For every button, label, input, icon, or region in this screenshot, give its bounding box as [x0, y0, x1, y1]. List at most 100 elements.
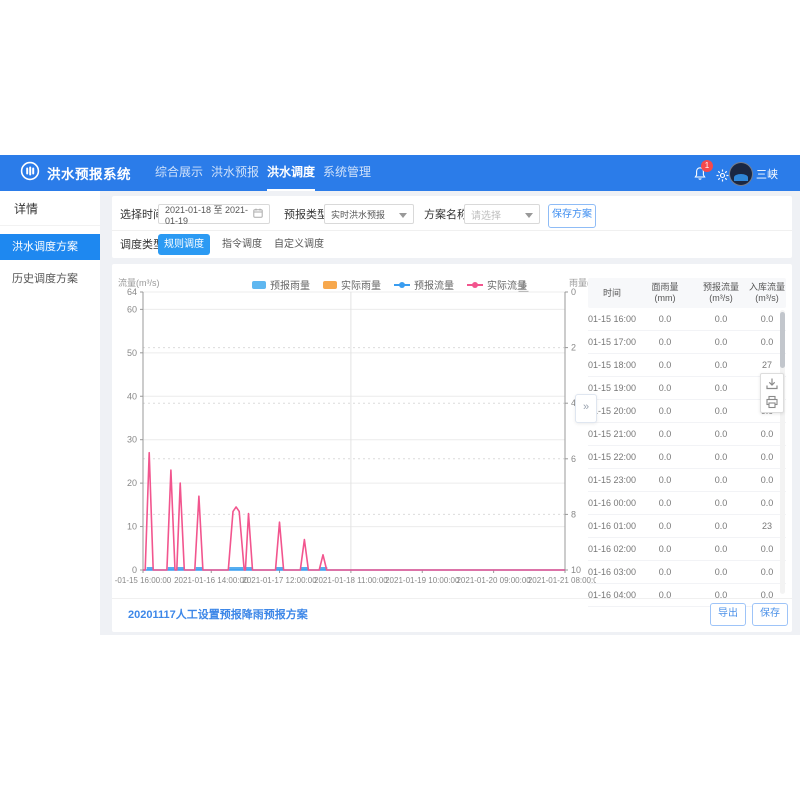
sidebar-header: 详情	[0, 191, 100, 226]
table-cell: 01-16 00:00	[588, 498, 636, 508]
sidebar-item-dispatch-scheme[interactable]: 洪水调度方案	[0, 234, 100, 260]
date-range-value: 2021-01-18 至 2021-01-19	[165, 203, 253, 226]
table-row[interactable]: 01-15 17:000.00.00.0	[588, 331, 786, 354]
axis-tick-label: 0	[132, 565, 137, 575]
table-row[interactable]: 01-15 16:000.00.00.0	[588, 308, 786, 331]
table-cell: 0.0	[694, 360, 748, 370]
table-cell: 0.0	[636, 567, 694, 577]
axis-tick-label: 10	[127, 522, 137, 532]
axis-tick-label: 2	[571, 343, 576, 353]
table-row[interactable]: 01-15 19:000.00.00.0	[588, 377, 786, 400]
export-button[interactable]: 导出	[710, 603, 746, 626]
table-cell: 0.0	[636, 429, 694, 439]
table-row[interactable]: 01-15 18:000.00.027	[588, 354, 786, 377]
nav-item-flood-forecast[interactable]: 洪水预报	[211, 155, 259, 191]
table-cell: 01-15 23:00	[588, 475, 636, 485]
table-cell: 0.0	[636, 498, 694, 508]
left-axis-title: 流量(m³/s)	[118, 277, 160, 288]
table-row[interactable]: 01-15 20:000.00.00.0	[588, 400, 786, 423]
table-cell: 0.0	[694, 544, 748, 554]
axis-tick-label: 64	[127, 287, 137, 297]
table-header-cell: 入库流量(m³/s)	[748, 282, 786, 304]
top-navbar: 洪水预报系统 综合展示 洪水预报 洪水调度 系统管理 1	[0, 155, 800, 191]
x-axis-tick-label: 2021-01-20 09:00:00	[456, 576, 531, 585]
divider	[112, 598, 792, 599]
scheme-name-placeholder: 请选择	[471, 207, 501, 222]
table-cell: 0.0	[636, 452, 694, 462]
floating-toolbar	[760, 373, 784, 413]
table-row[interactable]: 01-16 02:000.00.00.0	[588, 538, 786, 561]
chevron-down-icon	[399, 213, 407, 222]
print-icon[interactable]	[765, 395, 779, 409]
user-name[interactable]: 三峡	[756, 166, 778, 182]
x-axis-tick-label: 2021-01-18 11:00:00	[314, 576, 388, 585]
table-cell: 01-15 21:00	[588, 429, 636, 439]
x-axis-tick-label: 2021-01-21 08:00:00	[528, 576, 596, 585]
x-axis-tick-label: 2021-01-17 12:00:00	[242, 576, 317, 585]
save-button[interactable]: 保存	[752, 603, 788, 626]
table-cell: 0.0	[694, 498, 748, 508]
table-row[interactable]: 01-15 22:000.00.00.0	[588, 446, 786, 469]
axis-tick-label: 0	[571, 287, 576, 297]
axis-tick-label: 6	[571, 454, 576, 464]
table-cell: 0.0	[694, 383, 748, 393]
divider	[112, 230, 792, 231]
filters-card: 选择时间: 2021-01-18 至 2021-01-19 预报类型: 实时洪水…	[112, 196, 792, 258]
table-cell: 01-16 03:00	[588, 567, 636, 577]
table-row[interactable]: 01-16 03:000.00.00.0	[588, 561, 786, 584]
axis-tick-label: 30	[127, 435, 137, 445]
x-axis-tick-label: -01-15 16:00:00	[115, 576, 172, 585]
table-cell: 0.0	[694, 314, 748, 324]
table-cell: 0.0	[636, 314, 694, 324]
nav-item-system-admin[interactable]: 系统管理	[323, 155, 371, 191]
main-nav: 综合展示 洪水预报 洪水调度 系统管理	[155, 155, 371, 191]
sidebar-item-history-scheme[interactable]: 历史调度方案	[0, 266, 100, 292]
main-content: 选择时间: 2021-01-18 至 2021-01-19 预报类型: 实时洪水…	[100, 191, 800, 635]
notification-badge: 1	[701, 160, 713, 172]
table-cell: 0.0	[636, 383, 694, 393]
calendar-icon[interactable]	[253, 208, 263, 220]
table-cell: 01-16 01:00	[588, 521, 636, 531]
table-scrollbar-thumb[interactable]	[780, 312, 785, 368]
gear-icon[interactable]	[716, 169, 729, 182]
table-cell: 0.0	[636, 337, 694, 347]
axis-tick-label: 20	[127, 478, 137, 488]
nav-item-flood-dispatch[interactable]: 洪水调度	[267, 155, 315, 191]
sidebar: 详情 洪水调度方案 历史调度方案	[0, 191, 101, 635]
x-axis-tick-label: 2021-01-19 10:00:00	[385, 576, 460, 585]
current-scheme-name: 20201117人工设置预报降雨预报方案	[128, 606, 308, 622]
save-scheme-button[interactable]: 保存方案	[548, 204, 596, 228]
avatar[interactable]	[729, 162, 753, 186]
chart-card: 预报雨量实际雨量预报流量实际流量 0102030405060640246810-…	[112, 264, 792, 632]
axis-tick-label: 40	[127, 391, 137, 401]
scheme-name-select[interactable]: 请选择	[464, 204, 540, 224]
table-expand-button[interactable]: »	[575, 394, 597, 423]
download-icon[interactable]	[765, 377, 779, 391]
table-cell: 0.0	[636, 360, 694, 370]
data-table: 时间面雨量(mm)预报流量(m³/s)入库流量(m³/s)01-15 16:00…	[588, 278, 786, 607]
table-cell: 0.0	[636, 521, 694, 531]
table-cell: 0.0	[694, 475, 748, 485]
table-row[interactable]: 01-16 00:000.00.00.0	[588, 492, 786, 515]
tab-custom-dispatch[interactable]: 自定义调度	[272, 234, 326, 255]
axis-tick-label: 60	[127, 304, 137, 314]
table-cell: 0.0	[636, 475, 694, 485]
axis-tick-label: 10	[571, 565, 581, 575]
date-range-input[interactable]: 2021-01-18 至 2021-01-19	[158, 204, 270, 224]
brand: 洪水预报系统	[20, 155, 131, 191]
table-cell: 0.0	[694, 337, 748, 347]
table-cell: 01-15 18:00	[588, 360, 636, 370]
table-cell: 0.0	[694, 452, 748, 462]
nav-item-overview[interactable]: 综合展示	[155, 155, 203, 191]
table-row[interactable]: 01-16 01:000.00.023	[588, 515, 786, 538]
axis-tick-label: 50	[127, 348, 137, 358]
table-cell: 0.0	[636, 544, 694, 554]
table-cell: 01-15 17:00	[588, 337, 636, 347]
table-header-cell: 预报流量(m³/s)	[694, 282, 748, 304]
tab-rule-dispatch[interactable]: 规则调度	[158, 234, 210, 255]
forecast-type-select[interactable]: 实时洪水预报	[324, 204, 414, 224]
tab-command-dispatch[interactable]: 指令调度	[220, 234, 264, 255]
table-row[interactable]: 01-15 23:000.00.00.0	[588, 469, 786, 492]
table-row[interactable]: 01-15 21:000.00.00.0	[588, 423, 786, 446]
table-header-cell: 面雨量(mm)	[636, 282, 694, 304]
